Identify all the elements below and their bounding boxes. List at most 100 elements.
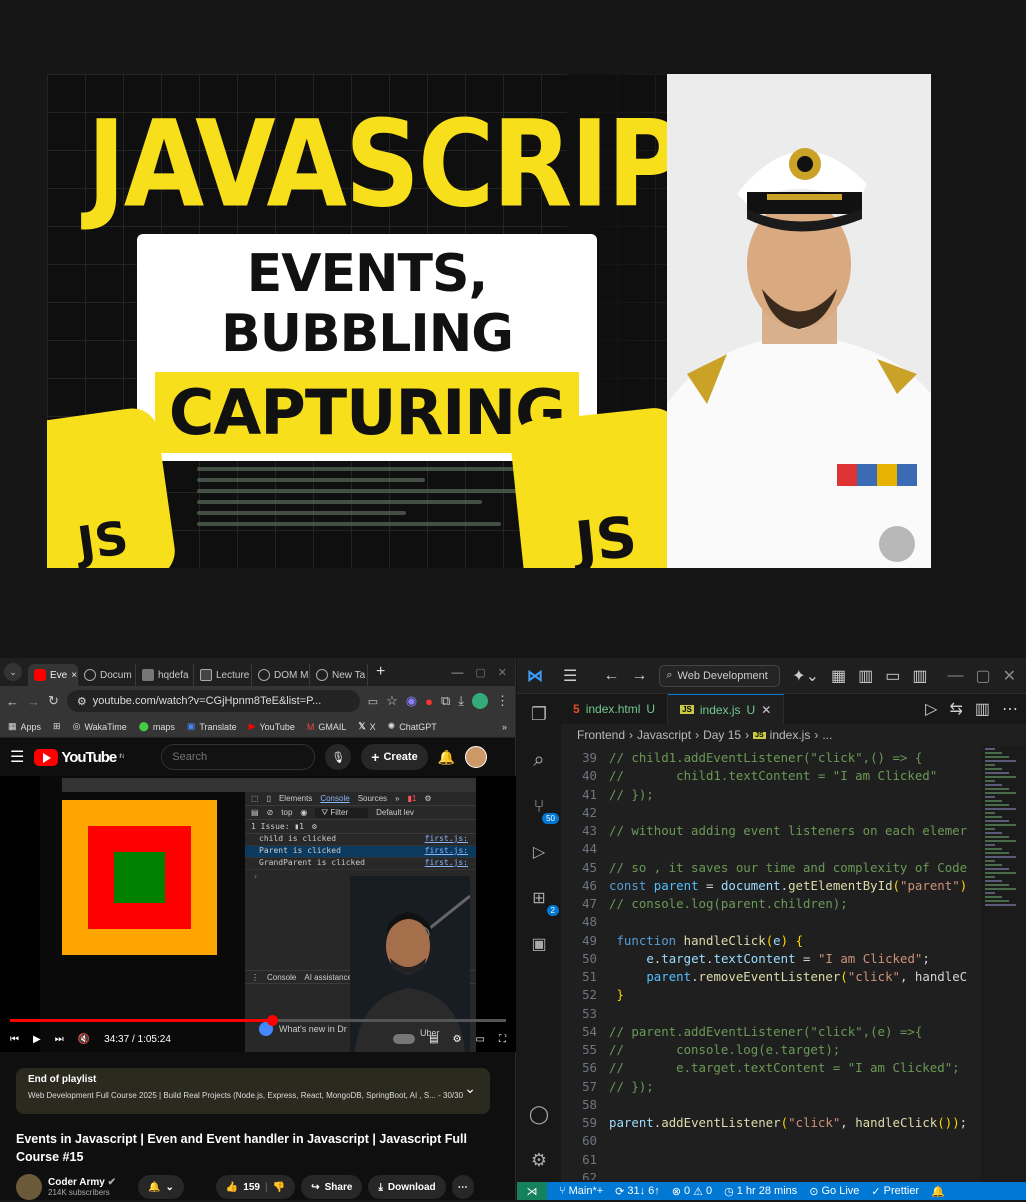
site-info-icon[interactable]: ⚙ — [77, 695, 87, 708]
tab-image[interactable]: hqdefa — [136, 664, 194, 686]
layout-icon[interactable]: ▦ — [831, 666, 846, 686]
hamburger-menu-icon[interactable]: ☰ — [563, 666, 577, 686]
problems-status[interactable]: ⊗ 0 ⚠ 0 — [672, 1185, 712, 1198]
video-player[interactable]: ⬚ ▯ Elements Console Sources » ▮1 ⚙ ▤ ⊘ … — [0, 776, 516, 1052]
bookmark-translate[interactable]: ▣ Translate — [187, 721, 237, 732]
copilot-icon[interactable]: ✦⌄ — [792, 666, 819, 686]
code-line[interactable]: 58 — [561, 1097, 981, 1115]
next-icon[interactable]: ⏭ — [55, 1034, 64, 1045]
tab-index-js[interactable]: JS index.js U ✕ — [668, 694, 785, 724]
subtitles-icon[interactable]: ▤ — [429, 1034, 438, 1045]
previous-icon[interactable]: ⏮ — [10, 1034, 19, 1045]
bookmark-wakatime[interactable]: ◎ WakaTime — [73, 721, 127, 732]
notifications-bell-icon[interactable]: 🔔 — [931, 1185, 945, 1198]
compare-changes-icon[interactable]: ⇆ — [949, 699, 962, 719]
code-line[interactable]: 50 e.target.textContent = "I am Clicked"… — [561, 951, 981, 969]
code-line[interactable]: 47 // console.log(parent.children); — [561, 896, 981, 914]
more-bookmarks-icon[interactable]: » — [502, 722, 507, 732]
source-control-icon[interactable]: ⑂ 50 — [527, 794, 559, 824]
branch-status[interactable]: ⑂ Main*+ — [559, 1185, 603, 1197]
code-line[interactable]: 42 — [561, 805, 981, 823]
toggle-panel-icon[interactable]: ▭ — [885, 666, 900, 686]
tab-search-button[interactable]: ⌄ — [4, 663, 22, 681]
bookmark-gmail[interactable]: M GMAIL — [307, 722, 347, 732]
subscribe-bell-button[interactable]: 🔔 ⌄ — [138, 1175, 184, 1199]
code-line[interactable]: 52 } — [561, 987, 981, 1005]
manage-gear-icon[interactable]: ⚙ — [527, 1148, 551, 1172]
breadcrumb-item[interactable]: Day 15 — [703, 728, 741, 742]
code-line[interactable]: 51 parent.removeEventListener("click", h… — [561, 969, 981, 987]
prettier-status[interactable]: ✓ Prettier — [871, 1185, 919, 1198]
code-editor[interactable]: 39 // child1.addEventListener("click",() … — [561, 750, 981, 1180]
settings-gear-icon[interactable]: ⚙ — [453, 1034, 462, 1045]
extensions-puzzle-icon[interactable]: ⧉ — [441, 693, 450, 709]
sync-status[interactable]: ⟳ 31↓ 6↑ — [615, 1185, 660, 1198]
new-tab-plus-icon[interactable]: + — [376, 663, 385, 681]
channel-name[interactable]: Coder Army ✔ — [48, 1177, 120, 1188]
breadcrumb-item[interactable]: ... — [822, 728, 832, 742]
search-button[interactable]: ⌕ — [314, 745, 315, 769]
search-icon[interactable]: ⌕ — [527, 748, 551, 772]
run-debug-icon[interactable]: ▷ — [527, 840, 551, 864]
record-icon[interactable]: ● — [425, 694, 433, 709]
code-line[interactable]: 44 — [561, 841, 981, 859]
code-line[interactable]: 41 // }); — [561, 787, 981, 805]
channel-avatar[interactable] — [16, 1174, 42, 1200]
breadcrumb-item[interactable]: Javascript — [637, 728, 691, 742]
back-arrow-icon[interactable]: ← — [6, 694, 19, 709]
tab-youtube[interactable]: Eve × — [28, 664, 78, 686]
remote-indicator-icon[interactable]: ⋊ — [517, 1182, 547, 1200]
split-editor-icon[interactable]: ▥ — [975, 699, 990, 719]
command-center-search[interactable]: ⌕ Web Development — [659, 664, 781, 687]
hamburger-menu-icon[interactable]: ☰ — [10, 747, 24, 767]
code-line[interactable]: 60 — [561, 1133, 981, 1151]
code-line[interactable]: 46 const parent = document.getElementById… — [561, 878, 981, 896]
forward-arrow-icon[interactable]: → — [27, 694, 40, 709]
reload-icon[interactable]: ↻ — [48, 693, 59, 709]
playlist-panel[interactable]: End of playlist Web Development Full Cou… — [16, 1068, 490, 1114]
bookmark-youtube[interactable]: ▶ YouTube — [249, 721, 295, 732]
fullscreen-icon[interactable]: ⛶ — [499, 1034, 506, 1045]
close-window-icon[interactable]: ✕ — [498, 666, 507, 679]
code-line[interactable]: 59 parent.addEventListener("click", handl… — [561, 1115, 981, 1133]
code-line[interactable]: 57 // }); — [561, 1079, 981, 1097]
tab-index-html[interactable]: 5 index.html U — [561, 694, 669, 724]
menu-kebab-icon[interactable]: ⋮ — [496, 693, 509, 709]
accounts-icon[interactable]: ◯ — [527, 1102, 551, 1126]
close-tab-icon[interactable]: ✕ — [761, 703, 771, 717]
url-field[interactable]: ⚙ youtube.com/watch?v=CGjHpnm8TeE&list=P.… — [66, 690, 360, 712]
tab-lecture[interactable]: Lecture — [194, 664, 252, 686]
progress-bar[interactable] — [10, 1015, 506, 1026]
bookmark-x[interactable]: 𝕏X — [358, 721, 375, 732]
code-line[interactable]: 62 — [561, 1170, 981, 1180]
maximize-icon[interactable]: ▢ — [975, 666, 990, 686]
mute-icon[interactable]: 🔇 — [78, 1034, 90, 1045]
like-button[interactable]: 👍 159 | 👎 — [215, 1175, 296, 1199]
extensions-icon[interactable]: ⊞ 2 — [527, 886, 559, 916]
code-line[interactable]: 53 — [561, 1006, 981, 1024]
code-line[interactable]: 48 — [561, 914, 981, 932]
code-line[interactable]: 40 // child1.textContent = "I am Clicked" — [561, 768, 981, 786]
play-icon[interactable]: ▶ — [33, 1034, 41, 1045]
code-line[interactable]: 61 — [561, 1152, 981, 1170]
chevron-down-icon[interactable]: ⌄ — [464, 1080, 476, 1097]
breadcrumb-item[interactable]: Frontend — [577, 728, 625, 742]
code-line[interactable]: 54 // parent.addEventListener("click",(e)… — [561, 1024, 981, 1042]
run-icon[interactable]: ▷ — [925, 699, 937, 719]
account-avatar[interactable] — [465, 746, 488, 768]
forward-arrow-icon[interactable]: → — [631, 667, 647, 685]
tab-new[interactable]: New Ta — [310, 664, 368, 686]
maximize-icon[interactable]: ▢ — [475, 666, 485, 679]
download-icon[interactable]: ⤓ — [458, 693, 464, 709]
toggle-sidebar-icon[interactable]: ▥ — [858, 666, 873, 686]
close-window-icon[interactable]: ✕ — [1003, 666, 1016, 686]
cast-icon[interactable]: ▭ — [368, 695, 378, 708]
tab-dom[interactable]: DOM M — [252, 664, 310, 686]
theater-mode-icon[interactable]: ▭ — [476, 1034, 485, 1045]
search-input[interactable] — [162, 745, 315, 769]
breadcrumb-item[interactable]: index.js — [770, 728, 811, 742]
go-live-button[interactable]: ⊙ Go Live — [809, 1185, 859, 1198]
bookmark-apps[interactable]: ▦ Apps — [8, 721, 41, 732]
create-button[interactable]: + Create — [361, 744, 428, 770]
bookmark-grid[interactable]: ⊞ — [53, 721, 61, 732]
